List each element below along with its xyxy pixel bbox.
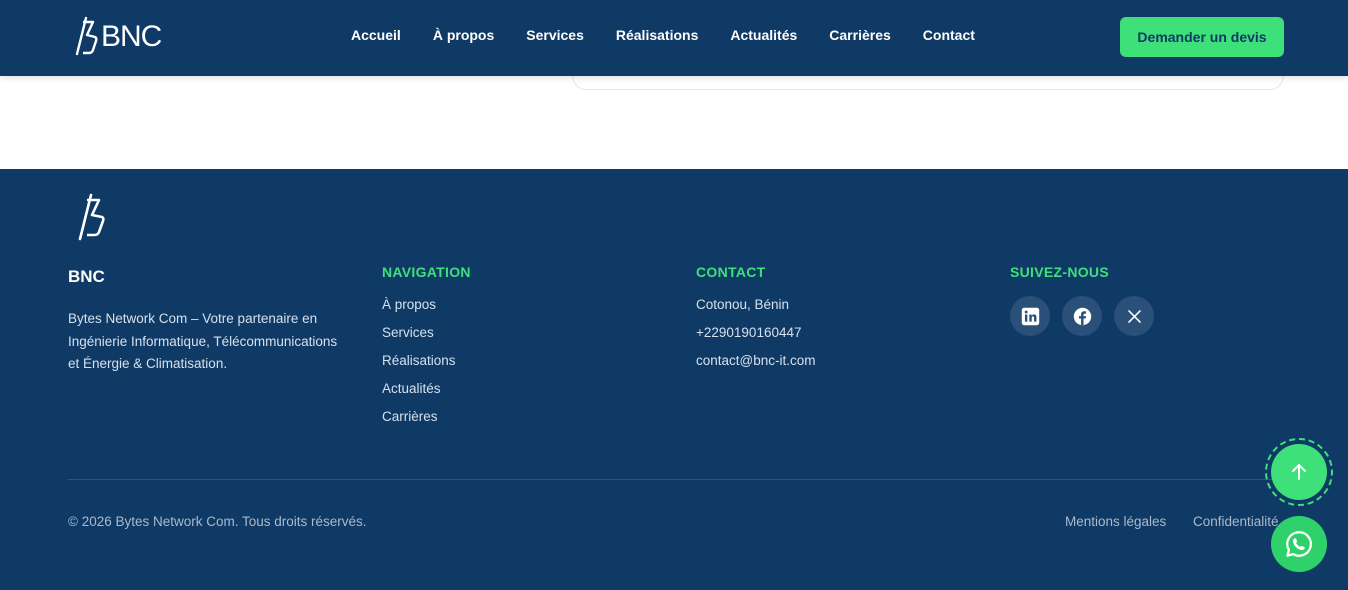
- facebook-icon: [1073, 307, 1091, 325]
- footer-brand-description: Bytes Network Com – Votre partenaire en …: [68, 311, 338, 371]
- scroll-top-ring: [1265, 438, 1333, 506]
- nav-item-actualites[interactable]: Actualités: [730, 27, 797, 43]
- x-icon: [1127, 309, 1141, 323]
- contact-location: Cotonou, Bénin: [696, 297, 790, 312]
- whatsapp-button[interactable]: [1271, 516, 1327, 572]
- footer-social-heading: SUIVEZ-NOUS: [1010, 264, 1109, 280]
- request-quote-button[interactable]: Demander un devis: [1120, 17, 1284, 57]
- facebook-button[interactable]: [1062, 296, 1102, 336]
- footer-contact-heading: CONTACT: [696, 264, 766, 280]
- footer-social: SUIVEZ-NOUS: [1010, 264, 1154, 336]
- footer-link-actualites[interactable]: Actualités: [382, 381, 471, 397]
- arrow-up-icon: [1292, 464, 1306, 480]
- footer-brand-title: BNC: [68, 267, 105, 286]
- brand-logo[interactable]: BNC: [74, 15, 166, 59]
- contact-phone[interactable]: +2290190160447: [696, 325, 816, 341]
- scroll-top-button[interactable]: [1271, 444, 1327, 500]
- footer-logo-icon: [78, 193, 105, 241]
- footer-navigation-heading: NAVIGATION: [382, 264, 471, 280]
- logo-text: BNC: [101, 20, 162, 53]
- footer-contact: CONTACT Cotonou, Bénin +2290190160447 co…: [696, 264, 816, 381]
- copyright-text: © 2026 Bytes Network Com. Tous droits ré…: [68, 514, 367, 529]
- site-footer: BNC Bytes Network Com – Votre partenaire…: [0, 169, 1348, 590]
- nav-item-realisations[interactable]: Réalisations: [616, 27, 698, 43]
- legal-link-mentions[interactable]: Mentions légales: [1065, 514, 1166, 529]
- linkedin-button[interactable]: [1010, 296, 1050, 336]
- nav-item-services[interactable]: Services: [526, 27, 584, 43]
- footer-navigation: NAVIGATION À propos Services Réalisation…: [382, 264, 471, 437]
- nav-item-a-propos[interactable]: À propos: [433, 27, 494, 43]
- linkedin-icon: [1021, 307, 1039, 325]
- footer-link-carrieres[interactable]: Carrières: [382, 409, 471, 425]
- footer-link-realisations[interactable]: Réalisations: [382, 353, 471, 369]
- site-header: BNC Accueil À propos Services Réalisatio…: [0, 0, 1348, 76]
- nav-item-carrieres[interactable]: Carrières: [829, 27, 891, 43]
- main-nav: Accueil À propos Services Réalisations A…: [351, 27, 975, 43]
- footer-link-services[interactable]: Services: [382, 325, 471, 341]
- legal-link-confidentialite[interactable]: Confidentialité: [1193, 514, 1283, 529]
- nav-item-accueil[interactable]: Accueil: [351, 27, 401, 43]
- footer-link-a-propos[interactable]: À propos: [382, 297, 471, 313]
- x-button[interactable]: [1114, 296, 1154, 336]
- footer-divider: [68, 479, 1284, 480]
- nav-item-contact[interactable]: Contact: [923, 27, 975, 43]
- whatsapp-icon: [1286, 531, 1313, 557]
- contact-email[interactable]: contact@bnc-it.com: [696, 353, 816, 369]
- bnc-logo-icon: [75, 16, 98, 56]
